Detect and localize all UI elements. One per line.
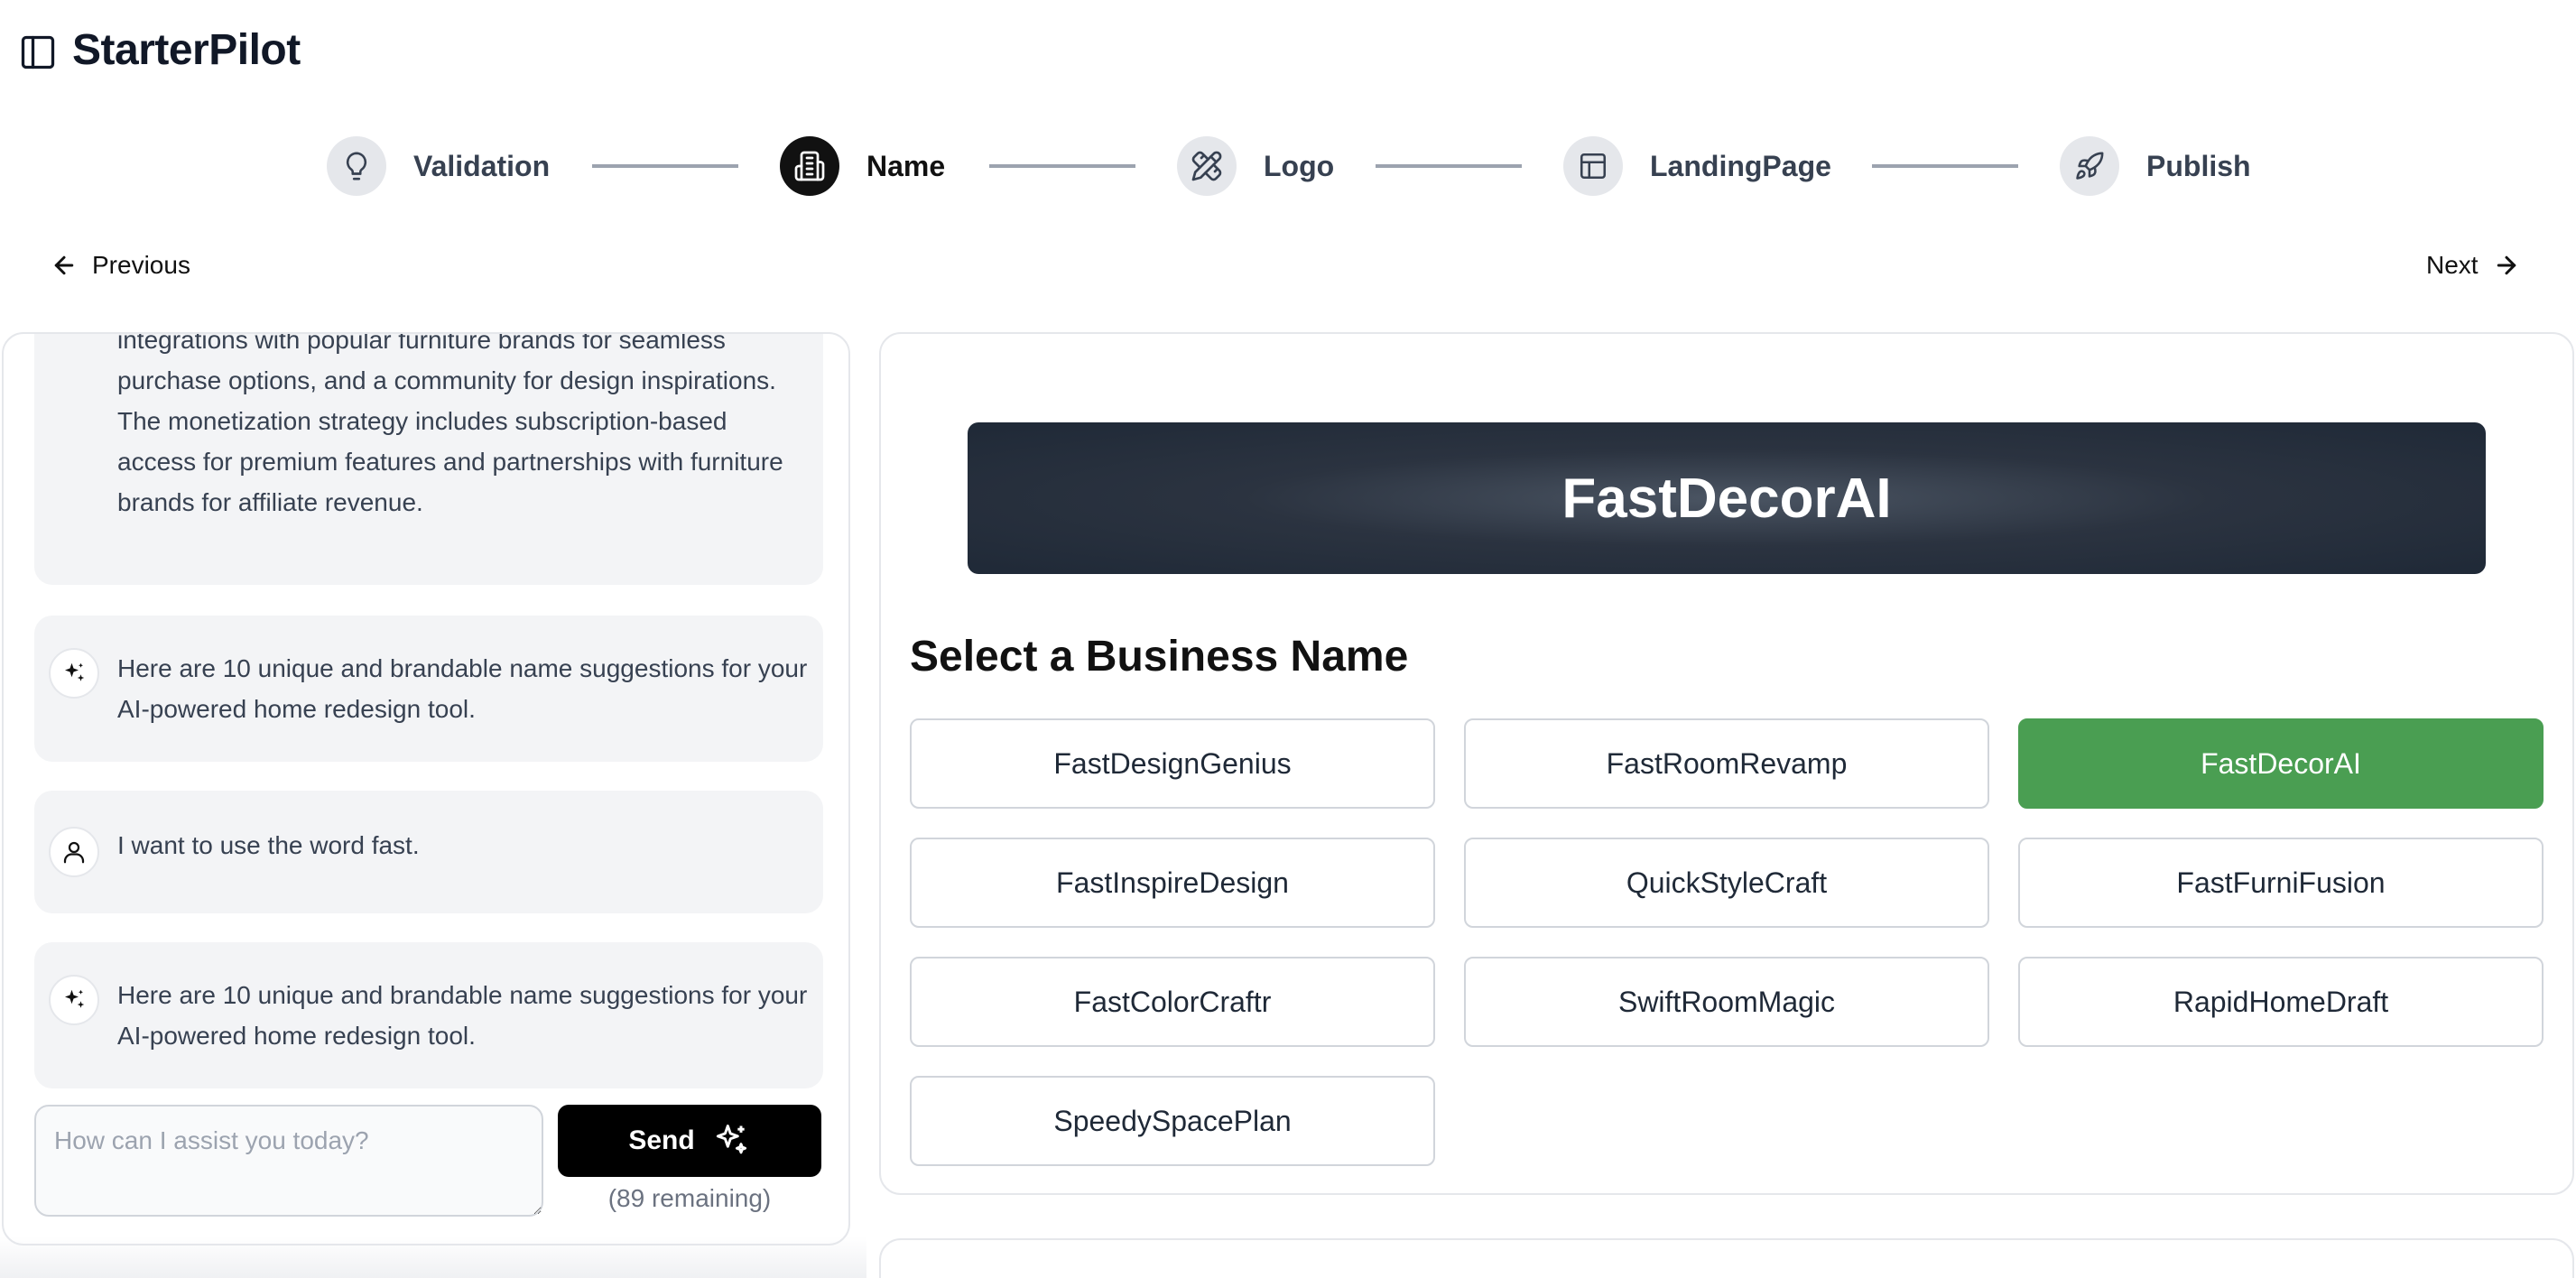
- name-option[interactable]: FastDesignGenius: [910, 718, 1435, 809]
- arrow-right-icon: [2497, 255, 2516, 275]
- remaining-count: (89 remaining): [607, 1184, 772, 1212]
- chat-message-assistant: Here are 10 unique and brandable name su…: [34, 942, 823, 1088]
- message-text: I want to use the word fast.: [117, 831, 420, 859]
- sidebar-toggle-icon[interactable]: [18, 32, 58, 72]
- section-title: Select a Business Name: [910, 633, 1409, 681]
- step-label: Name: [866, 149, 946, 182]
- step-label: LandingPage: [1650, 149, 1831, 182]
- sparkles-icon: [49, 975, 99, 1025]
- step-label: Validation: [413, 149, 551, 182]
- name-selection-panel: FastDecorAI Select a Business Name FastD…: [879, 332, 2574, 1195]
- name-option[interactable]: FastFurniFusion: [2018, 838, 2544, 928]
- selected-name-banner: FastDecorAI: [968, 422, 2486, 574]
- send-label: Send: [628, 1125, 695, 1155]
- step-connector: [1376, 164, 1522, 168]
- name-option[interactable]: FastRoomRevamp: [1464, 718, 1989, 809]
- chat-panel: integrations with popular furniture bran…: [2, 332, 850, 1246]
- chat-message-assistant: Here are 10 unique and brandable name su…: [34, 616, 823, 762]
- name-option[interactable]: FastColorCraftr: [910, 957, 1435, 1047]
- message-text: integrations with popular furniture bran…: [117, 332, 783, 516]
- message-text: Here are 10 unique and brandable name su…: [117, 981, 808, 1050]
- step-label: Publish: [2146, 149, 2251, 182]
- building-icon: [780, 136, 839, 196]
- next-button[interactable]: Next: [2426, 245, 2520, 285]
- name-option[interactable]: QuickStyleCraft: [1464, 838, 1989, 928]
- previous-button[interactable]: Previous: [51, 245, 190, 285]
- step-landingpage[interactable]: LandingPage: [1563, 134, 1831, 199]
- pencil-ruler-icon: [1177, 136, 1237, 196]
- send-button[interactable]: Send: [558, 1105, 821, 1177]
- progress-stepper: Validation Name Logo LandingPage Publish: [0, 134, 2576, 199]
- top-bar: StarterPilot: [0, 0, 2576, 108]
- app-title: StarterPilot: [72, 26, 301, 74]
- step-connector: [592, 164, 738, 168]
- previous-label: Previous: [92, 251, 190, 279]
- chat-input[interactable]: [34, 1105, 543, 1217]
- name-option[interactable]: FastInspireDesign: [910, 838, 1435, 928]
- step-label: Logo: [1264, 149, 1335, 182]
- arrow-left-icon: [54, 255, 74, 275]
- next-label: Next: [2426, 251, 2479, 279]
- message-text: Here are 10 unique and brandable name su…: [117, 654, 808, 723]
- sparkles-icon: [716, 1125, 746, 1154]
- step-logo[interactable]: Logo: [1177, 134, 1334, 199]
- chat-message-user: I want to use the word fast.: [34, 791, 823, 913]
- user-icon: [49, 827, 99, 877]
- lightbulb-icon: [327, 136, 386, 196]
- sparkles-icon: [49, 648, 99, 699]
- name-option-selected[interactable]: FastDecorAI: [2018, 718, 2544, 809]
- name-option[interactable]: SpeedySpacePlan: [910, 1076, 1435, 1166]
- layout-icon: [1563, 136, 1623, 196]
- bottom-shadow: [0, 1236, 866, 1278]
- name-option[interactable]: RapidHomeDraft: [2018, 957, 2544, 1047]
- name-option[interactable]: SwiftRoomMagic: [1464, 957, 1989, 1047]
- chat-message-assistant: integrations with popular furniture bran…: [34, 332, 823, 585]
- step-validation[interactable]: Validation: [327, 134, 550, 199]
- next-section-panel: [879, 1238, 2574, 1278]
- step-connector: [989, 164, 1135, 168]
- step-name[interactable]: Name: [780, 134, 945, 199]
- step-publish[interactable]: Publish: [2060, 134, 2251, 199]
- selected-name: FastDecorAI: [1561, 467, 1892, 530]
- step-connector: [1872, 164, 2018, 168]
- rocket-icon: [2060, 136, 2119, 196]
